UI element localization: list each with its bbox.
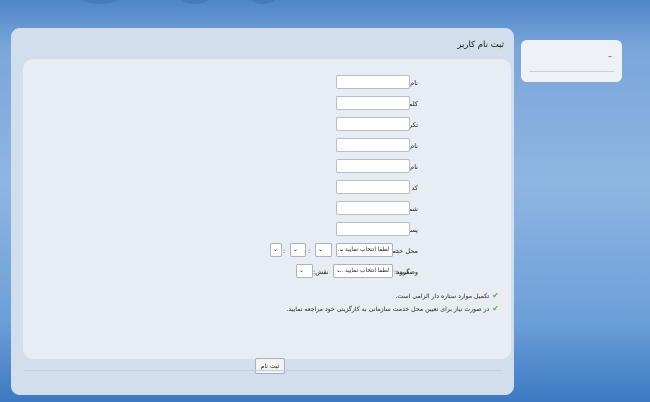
check-icon: ✔ [492, 304, 499, 313]
separator-label: : [283, 247, 286, 255]
field-row-last-name: نام خانوادگی: * [23, 159, 511, 175]
service-location-select-4[interactable]: ⌄ [270, 243, 282, 257]
mobile-input[interactable] [336, 201, 410, 215]
page-title: ثبت نام کاربر [457, 40, 504, 50]
email-input[interactable] [336, 222, 410, 236]
top-banner [0, 0, 650, 26]
field-row-username: نام کاربری: * [23, 75, 511, 91]
chevron-down-icon: ⌄ [273, 246, 279, 253]
last-name-input[interactable] [336, 159, 410, 173]
field-row-password: کلمه عبور: * [23, 96, 511, 112]
group-select[interactable]: لطفا انتخاب نمایید ... ⌄ [333, 264, 393, 278]
chevron-down-icon: ⌄ [299, 267, 305, 274]
national-id-input[interactable] [336, 180, 410, 194]
role-label: نقش: [313, 268, 329, 276]
service-location-select-2[interactable]: ⌄ [315, 243, 332, 257]
register-button[interactable]: ثبت نام [255, 358, 285, 374]
registration-panel: ثبت نام کاربر نام کاربری: * کلمه عبور: *… [11, 28, 514, 395]
field-row-mobile: شماره همراه: * [23, 201, 511, 217]
field-row-email: پست الکترونیکی: [23, 222, 511, 238]
field-row-first-name: نام: * [23, 138, 511, 154]
registration-form: نام کاربری: * کلمه عبور: * تکرار کلمه عب… [23, 59, 511, 374]
separator-label: : [308, 247, 311, 255]
check-icon: ✔ [492, 291, 499, 300]
chevron-down-icon: ⌄ [336, 267, 342, 274]
role-select[interactable]: ⌄ [296, 264, 313, 278]
field-row-password-confirm: تکرار کلمه عبور: * [23, 117, 511, 133]
field-row-national-id: کد ملی: * [23, 180, 511, 196]
side-panel: – [521, 40, 622, 82]
chevron-down-icon: ⌄ [293, 246, 299, 253]
first-name-input[interactable] [336, 138, 410, 152]
field-row-status: وضعیت: * گروه: لطفا انتخاب نمایید ...⌄ ن… [23, 264, 511, 280]
required-note: ✔تکمیل موارد ستاره دار الزامی است. [395, 291, 499, 300]
service-location-select-3[interactable]: ⌄ [290, 243, 306, 257]
username-input[interactable] [336, 75, 410, 89]
chevron-down-icon: ⌄ [318, 246, 324, 253]
side-panel-divider [529, 71, 614, 72]
separator-label: : [395, 247, 398, 255]
group-label: گروه: [394, 268, 410, 276]
side-panel-text: – [608, 52, 612, 61]
service-location-note: ✔در صورت نیاز برای تعیین محل خدمت سازمان… [286, 304, 499, 313]
password-input[interactable] [336, 96, 410, 110]
field-row-service-location: محل خدمت: * : لطفا انتخاب نمایید ...⌄ ⌄ … [23, 243, 511, 259]
chevron-down-icon: ⌄ [339, 246, 345, 253]
service-location-select-1[interactable]: لطفا انتخاب نمایید ... ⌄ [336, 243, 393, 257]
bottom-divider [23, 370, 502, 371]
password-confirm-input[interactable] [336, 117, 410, 131]
